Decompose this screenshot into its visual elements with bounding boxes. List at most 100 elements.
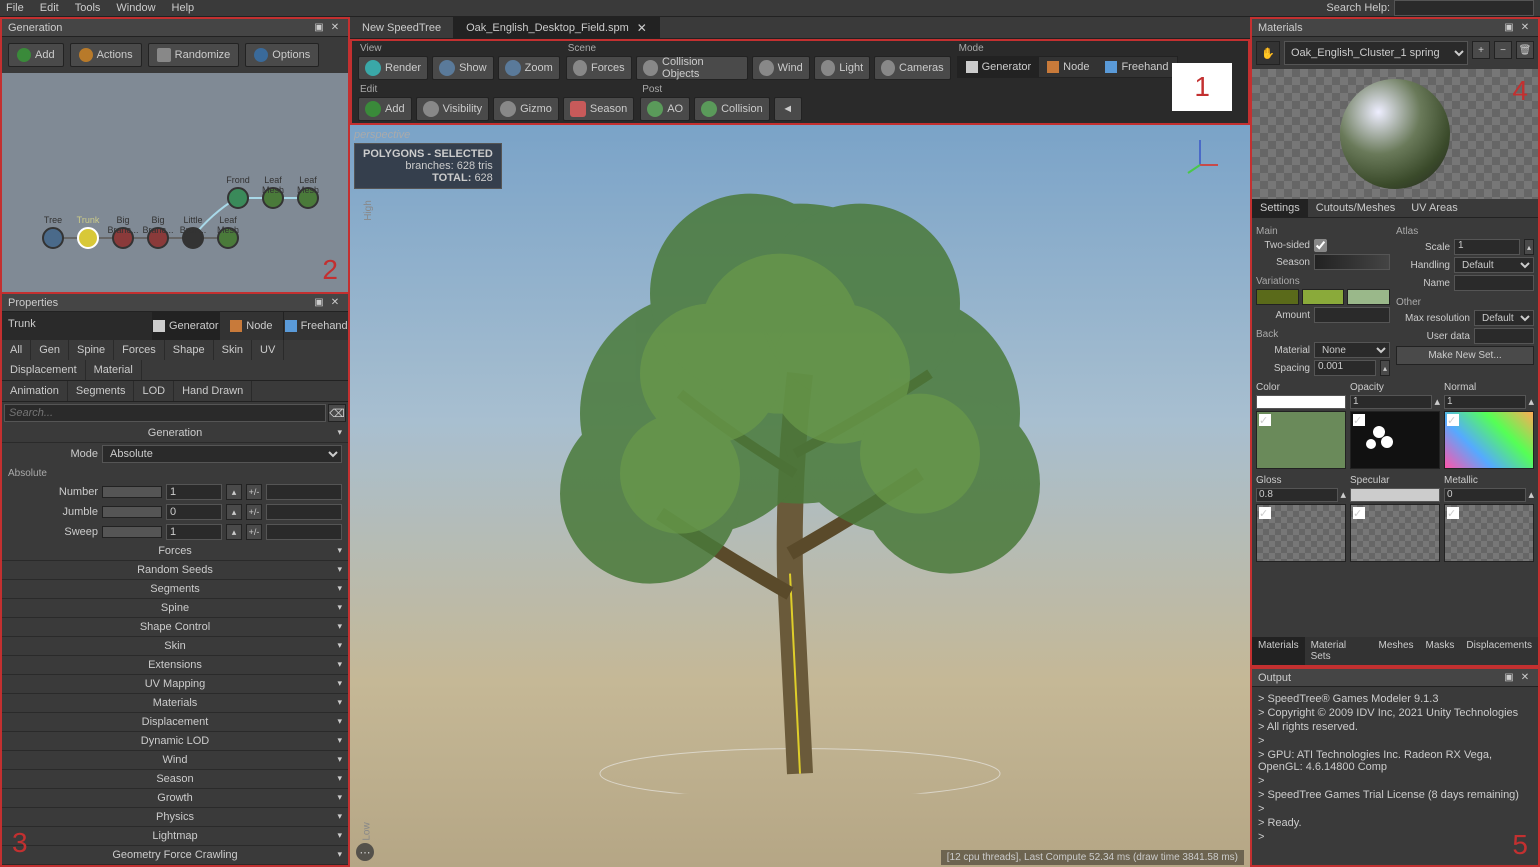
back-material-select[interactable]: None	[1314, 342, 1390, 358]
group-materials[interactable]: Materials▾	[2, 694, 348, 713]
curve-editor[interactable]	[266, 484, 342, 500]
tab-displacement[interactable]: Displacement	[2, 360, 86, 380]
mat-tab-uvareas[interactable]: UV Areas	[1403, 199, 1465, 217]
spinner-up-icon[interactable]: ▴	[226, 504, 242, 520]
btab-materials[interactable]: Materials	[1252, 637, 1305, 665]
tab-lod[interactable]: LOD	[134, 381, 174, 401]
tab-oak-english[interactable]: Oak_English_Desktop_Field.spm✕	[454, 17, 660, 38]
scene-forces-button[interactable]: Forces	[566, 56, 632, 80]
name-field[interactable]	[1454, 275, 1534, 291]
mode-node-button[interactable]: Node	[1039, 57, 1097, 77]
menu-file[interactable]: File	[6, 2, 24, 14]
tab-segments[interactable]: Segments	[68, 381, 135, 401]
spinner-icon[interactable]: ▴	[1380, 360, 1390, 376]
value-field[interactable]: 0	[166, 504, 222, 520]
post-collision-button[interactable]: Collision	[694, 97, 770, 121]
edit-gizmo-button[interactable]: Gizmo	[493, 97, 559, 121]
value-field[interactable]: 1	[166, 484, 222, 500]
mat-tab-cutouts[interactable]: Cutouts/Meshes	[1308, 199, 1403, 217]
btab-meshes[interactable]: Meshes	[1372, 637, 1419, 665]
btab-masks[interactable]: Masks	[1420, 637, 1461, 665]
scene-cameras-button[interactable]: Cameras	[874, 56, 950, 80]
prop-mode-select[interactable]: Absolute	[102, 445, 342, 463]
node-frond[interactable]	[227, 187, 249, 209]
spinner-up-icon[interactable]: ▴	[226, 484, 242, 500]
panel-close-icon[interactable]: ✕	[1518, 671, 1532, 685]
slider[interactable]	[102, 526, 162, 538]
userdata-field[interactable]	[1474, 328, 1534, 344]
mode-generator-button[interactable]: Generator	[958, 57, 1040, 77]
curve-editor[interactable]	[266, 504, 342, 520]
group-segments[interactable]: Segments▾	[2, 580, 348, 599]
group-shape-control[interactable]: Shape Control▾	[2, 618, 348, 637]
edit-season-button[interactable]: Season	[563, 97, 634, 121]
two-sided-checkbox[interactable]	[1314, 239, 1327, 252]
metallic-value[interactable]: 0	[1444, 488, 1526, 502]
toggle-icon[interactable]: +/-	[246, 484, 262, 500]
material-select[interactable]: Oak_English_Cluster_1 spring	[1284, 41, 1468, 65]
tab-spine[interactable]: Spine	[69, 340, 114, 360]
tab-forces[interactable]: Forces	[114, 340, 165, 360]
menu-help[interactable]: Help	[172, 2, 195, 14]
viewport-menu-icon[interactable]: ⋯	[356, 843, 374, 861]
group-displacement[interactable]: Displacement▾	[2, 713, 348, 732]
group-forces[interactable]: Forces▾	[2, 542, 348, 561]
opacity-map[interactable]: ✓	[1350, 411, 1440, 469]
panel-close-icon[interactable]: ✕	[1518, 21, 1532, 35]
menu-edit[interactable]: Edit	[40, 2, 59, 14]
prop-mode-generator[interactable]: Generator	[152, 312, 219, 340]
specular-map[interactable]: ✓	[1350, 504, 1440, 562]
gloss-map[interactable]: ✓	[1256, 504, 1346, 562]
group-generation[interactable]: Generation▾	[2, 424, 348, 443]
menu-window[interactable]: Window	[116, 2, 155, 14]
view-zoom-button[interactable]: Zoom	[498, 56, 560, 80]
btab-displacements[interactable]: Displacements	[1460, 637, 1538, 665]
spinner-icon[interactable]: ▴	[1340, 488, 1346, 502]
mode-freehand-button[interactable]: Freehand	[1097, 57, 1176, 77]
tab-new-speedtree[interactable]: New SpeedTree	[350, 17, 454, 38]
gen-options-button[interactable]: Options	[245, 43, 319, 67]
prop-search-input[interactable]	[4, 404, 326, 422]
normal-map[interactable]: ✓	[1444, 411, 1534, 469]
group-geometry-force-crawling[interactable]: Geometry Force Crawling▾	[2, 846, 348, 865]
specular-value[interactable]	[1350, 488, 1440, 502]
opacity-value[interactable]: 1	[1350, 395, 1432, 409]
amount-field[interactable]	[1314, 307, 1390, 323]
prop-mode-node[interactable]: Node	[219, 312, 284, 340]
panel-popout-icon[interactable]: ▣	[1502, 21, 1516, 35]
toggle-icon[interactable]: +/-	[246, 524, 262, 540]
view-render-button[interactable]: Render	[358, 56, 428, 80]
tab-skin[interactable]: Skin	[214, 340, 252, 360]
color-map[interactable]: ✓	[1256, 411, 1346, 469]
scene-wind-button[interactable]: Wind	[752, 56, 810, 80]
post-back-button[interactable]: ◄	[774, 97, 802, 121]
search-help-input[interactable]	[1394, 0, 1534, 16]
tab-all[interactable]: All	[2, 340, 31, 360]
node-tree[interactable]	[42, 227, 64, 249]
metallic-map[interactable]: ✓	[1444, 504, 1534, 562]
spinner-icon[interactable]: ▴	[1524, 239, 1534, 255]
handling-select[interactable]: Default	[1454, 257, 1534, 273]
group-dynamic-lod[interactable]: Dynamic LOD▾	[2, 732, 348, 751]
mat-remove-button[interactable]: −	[1494, 41, 1512, 59]
mat-trash-icon[interactable]: 🗑	[1516, 41, 1534, 59]
prop-mode-freehand[interactable]: Freehand	[283, 312, 348, 340]
panel-close-icon[interactable]: ✕	[328, 21, 342, 35]
group-growth[interactable]: Growth▾	[2, 789, 348, 808]
curve-editor[interactable]	[266, 524, 342, 540]
mat-tab-settings[interactable]: Settings	[1252, 199, 1308, 217]
slider[interactable]	[102, 506, 162, 518]
group-wind[interactable]: Wind▾	[2, 751, 348, 770]
group-lightmap[interactable]: Lightmap▾	[2, 827, 348, 846]
spinner-icon[interactable]: ▴	[1434, 395, 1440, 409]
tab-gen[interactable]: Gen	[31, 340, 69, 360]
mat-add-button[interactable]: +	[1472, 41, 1490, 59]
menu-tools[interactable]: Tools	[75, 2, 101, 14]
gen-actions-button[interactable]: Actions	[70, 43, 142, 67]
spacing-field[interactable]: 0.001	[1314, 360, 1376, 376]
spinner-icon[interactable]: ▴	[1528, 395, 1534, 409]
edit-add-button[interactable]: Add	[358, 97, 412, 121]
viewport[interactable]: perspective POLYGONS - SELECTED branches…	[350, 125, 1250, 867]
toggle-icon[interactable]: +/-	[246, 504, 262, 520]
normal-value[interactable]: 1	[1444, 395, 1526, 409]
